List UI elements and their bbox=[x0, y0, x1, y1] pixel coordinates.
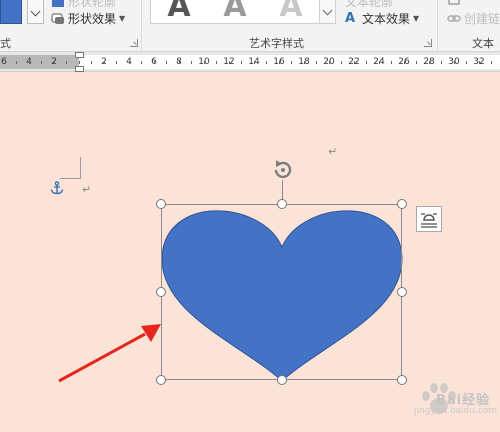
ruler-tick bbox=[216, 61, 217, 64]
wordart-style-3[interactable]: A bbox=[269, 0, 313, 22]
chevron-down-icon: ▼ bbox=[413, 14, 420, 23]
wordart-styles-gallery[interactable]: A A A bbox=[150, 0, 320, 24]
resize-handle-top[interactable] bbox=[277, 199, 287, 209]
shape-effects-button[interactable]: 形状效果 ▼ bbox=[51, 10, 125, 27]
red-arrow-annotation bbox=[58, 324, 161, 383]
shape-outline-label: 形状轮廓 bbox=[68, 0, 117, 9]
text-outline-button[interactable]: 文本轮廓 bbox=[345, 0, 393, 10]
text-effects-label: 文本效果 bbox=[362, 12, 411, 26]
ruler-tick bbox=[203, 61, 205, 64]
ruler-tick bbox=[241, 61, 242, 64]
text-direction-button[interactable] bbox=[447, 0, 461, 6]
ruler-tick bbox=[91, 61, 92, 64]
ruler-tick bbox=[128, 61, 130, 64]
ruler-tick bbox=[491, 61, 492, 64]
ruler-tick bbox=[16, 61, 17, 64]
ruler-tick bbox=[353, 61, 355, 64]
text-outline-label: 文本轮廓 bbox=[345, 0, 394, 9]
ruler-tick bbox=[316, 61, 317, 64]
wordart-gallery-scroll-button[interactable] bbox=[320, 0, 336, 24]
group-divider bbox=[437, 0, 438, 50]
layout-options-button[interactable] bbox=[416, 206, 442, 232]
ruler-tick bbox=[453, 61, 455, 64]
ruler-tick bbox=[41, 61, 42, 64]
ruler-tick bbox=[166, 61, 167, 64]
ruler-tick bbox=[28, 61, 30, 64]
pen-icon bbox=[51, 0, 65, 8]
resize-handle-top-left[interactable] bbox=[156, 199, 166, 209]
resize-handle-bottom-right[interactable] bbox=[397, 375, 407, 385]
rotation-stem bbox=[282, 180, 283, 200]
shape-outline-button[interactable]: 形状轮廓 bbox=[51, 0, 116, 10]
chevron-down-icon: ▼ bbox=[119, 14, 126, 23]
link-icon bbox=[447, 12, 461, 25]
group-divider bbox=[141, 0, 142, 50]
shape-styles-dialog-launcher[interactable] bbox=[130, 39, 138, 47]
ruler-tick bbox=[403, 61, 405, 64]
first-line-indent-marker[interactable] bbox=[75, 52, 84, 58]
layout-options-icon bbox=[421, 213, 437, 228]
ruler-tick bbox=[153, 61, 155, 64]
create-link-button[interactable]: 创建链接 bbox=[447, 10, 500, 27]
ruler-tick bbox=[466, 61, 467, 64]
shape-selection-box bbox=[161, 204, 402, 380]
ruler-tick bbox=[366, 61, 367, 64]
create-link-label: 创建链接 bbox=[464, 12, 500, 26]
shape-effects-icon bbox=[51, 12, 65, 25]
shape-style-more-button[interactable] bbox=[27, 0, 44, 24]
wordart-styles-group-label: 艺术字样式 bbox=[249, 37, 304, 50]
ruler-tick bbox=[478, 61, 480, 64]
wordart-style-2[interactable]: A bbox=[213, 0, 257, 22]
ruler-tick bbox=[103, 61, 105, 64]
ruler-tick bbox=[266, 61, 267, 64]
left-indent-marker[interactable] bbox=[75, 66, 84, 72]
ruler-tick bbox=[66, 61, 67, 64]
ruler-tick bbox=[328, 61, 330, 64]
text-direction-icon bbox=[447, 0, 461, 6]
shape-styles-group-label: 式 bbox=[0, 37, 11, 50]
ruler-tick bbox=[441, 61, 442, 64]
text-effects-button[interactable]: A 文本效果 ▼ bbox=[345, 10, 419, 27]
resize-handle-bottom[interactable] bbox=[277, 375, 287, 385]
ruler-tick bbox=[378, 61, 380, 64]
paragraph-mark: ↵ bbox=[82, 183, 92, 196]
resize-handle-right[interactable] bbox=[397, 287, 407, 297]
shape-style-swatch[interactable] bbox=[0, 0, 22, 24]
page-corner-mark bbox=[60, 178, 81, 179]
ruler-tick bbox=[53, 61, 55, 64]
ruler-tick bbox=[78, 61, 80, 64]
resize-handle-left[interactable] bbox=[156, 287, 166, 297]
resize-handle-top-right[interactable] bbox=[397, 199, 407, 209]
text-effects-icon: A bbox=[345, 11, 356, 26]
ribbon: 式 形状轮廓 形状效果 ▼ A A A 艺术字样式 文本轮廓 A 文本效果 ▼ bbox=[0, 0, 500, 52]
ruler-tick bbox=[278, 61, 280, 64]
page-corner-mark bbox=[80, 157, 81, 179]
ruler-tick bbox=[291, 61, 292, 64]
paragraph-mark: ↵ bbox=[328, 145, 338, 158]
horizontal-ruler[interactable]: 6422468101214161820222426283032 bbox=[0, 52, 500, 72]
ruler-tick bbox=[141, 61, 142, 64]
rotate-icon[interactable] bbox=[271, 158, 295, 182]
ruler-tick bbox=[253, 61, 255, 64]
watermark-url: jingyan.baidu.com bbox=[414, 406, 498, 416]
ruler-tick-label: 6 bbox=[1, 57, 7, 67]
ruler-tick bbox=[416, 61, 417, 64]
ruler-tick bbox=[303, 61, 305, 64]
ruler-tick bbox=[341, 61, 342, 64]
anchor-icon[interactable] bbox=[50, 181, 64, 195]
ruler-tick bbox=[116, 61, 117, 64]
ruler-tick bbox=[178, 61, 180, 64]
ruler-tick bbox=[428, 61, 430, 64]
ruler-tick bbox=[191, 61, 192, 64]
ruler-tick bbox=[391, 61, 392, 64]
ruler-tick bbox=[228, 61, 230, 64]
text-group-label: 文本 bbox=[472, 37, 494, 50]
wordart-styles-dialog-launcher[interactable] bbox=[424, 39, 432, 47]
shape-effects-label: 形状效果 bbox=[68, 12, 117, 26]
wordart-style-1[interactable]: A bbox=[157, 0, 201, 22]
